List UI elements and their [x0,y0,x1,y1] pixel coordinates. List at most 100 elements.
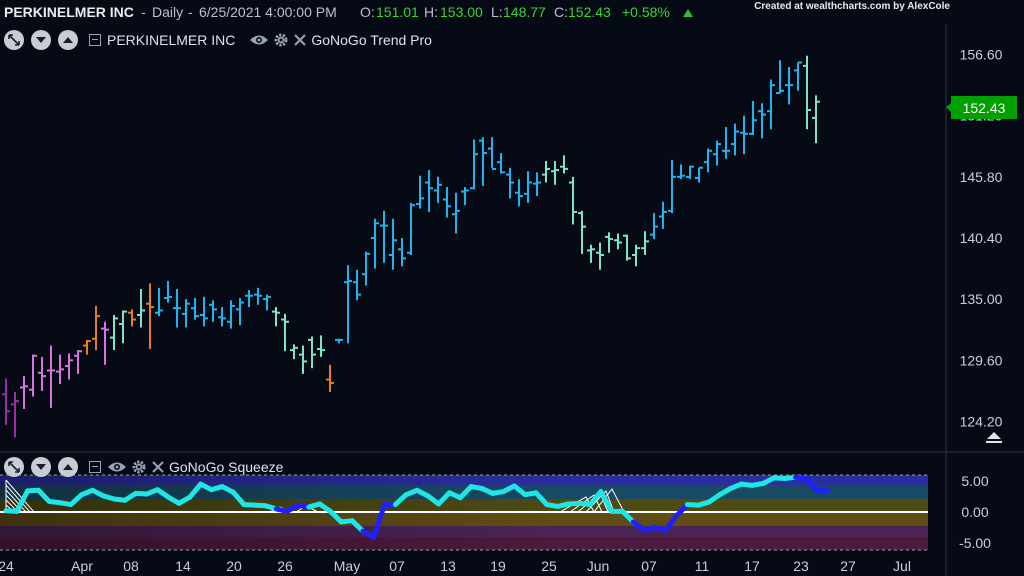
ohlc-bar [758,103,766,139]
ohlc-bar [452,192,460,234]
move-pane-down-button[interactable] [31,30,51,50]
close-icon[interactable] [293,33,307,47]
gear-icon[interactable] [131,459,147,475]
scale-up-icon[interactable] [987,432,1001,439]
move-pane-up-button[interactable] [58,457,78,477]
ohlc-bar [569,176,577,225]
ohlc-bar [443,187,451,218]
ohlc-bar [308,336,316,369]
ohlc-bar [632,244,640,267]
ohlc-bar [74,350,82,374]
chevron-down-icon [36,37,46,43]
ohlc-bar [785,67,793,105]
ohlc-bar [164,281,172,303]
expand-pane-button[interactable] [4,30,24,50]
ohlc-bar [686,165,694,180]
collapse-square-icon[interactable] [89,34,101,46]
x-tick-label: 14 [175,558,191,574]
ohlc-bar [11,391,19,438]
ohlc-bar [812,95,820,144]
ohlc-bar [209,300,217,322]
ohlc-bar [623,234,631,261]
expand-pane-button[interactable] [4,457,24,477]
ohlc-bar [587,244,595,263]
eye-icon[interactable] [107,460,127,474]
ohlc-bar [677,164,685,180]
expand-icon [8,461,20,473]
squeeze-tick-label: -5.00 [959,535,991,551]
ohlc-bar [740,115,748,155]
x-tick-label: Apr [71,558,93,574]
ohlc-bar [20,376,28,409]
ohlc-bar [101,321,109,365]
ohlc-bar [416,175,424,209]
ohlc-bar [704,148,712,173]
ohlc-bar [200,296,208,327]
ohlc-bar [146,283,154,349]
ohlc-bar [290,344,298,360]
ohlc-bar [605,232,613,253]
x-tick-label: 27 [840,558,856,574]
ohlc-bar [245,290,253,308]
ohlc-bar [776,60,784,95]
x-tick-label: 19 [490,558,506,574]
close-icon[interactable] [151,460,165,474]
ohlc-bar [506,167,514,199]
ohlc-bar [371,218,379,269]
x-tick-label: 24 [0,558,14,574]
last-price-pointer [946,103,951,112]
ohlc-bar [353,269,361,301]
ohlc-bar [281,313,289,352]
last-price-marker: 152.43 [946,96,1017,119]
ohlc-bar [317,335,325,357]
chart-canvas[interactable]: 156.60151.20145.80140.40135.00129.60124.… [0,0,1024,576]
gear-icon[interactable] [273,32,289,48]
chevron-down-icon [36,464,46,470]
ohlc-bar [263,294,271,311]
ohlc-bar [92,305,100,351]
ohlc-bar [335,338,343,344]
move-pane-down-button[interactable] [31,457,51,477]
squeeze-pane-toolbar: GoNoGo Squeeze [4,457,283,477]
ohlc-bar [641,231,649,255]
ohlc-bar [326,364,334,392]
x-tick-label: 23 [793,558,809,574]
squeeze-study-name[interactable]: GoNoGo Squeeze [169,459,283,475]
ohlc-bar [695,166,703,183]
axis-scale-handles[interactable] [986,432,1002,443]
ohlc-bar [533,172,541,197]
ohlc-bar [389,218,397,270]
scale-bar-icon [986,441,1002,443]
eye-icon[interactable] [249,33,269,47]
ohlc-bar [182,299,190,328]
ohlc-bar [659,201,667,229]
ohlc-bar [191,298,199,320]
ohlc-bar [470,139,478,190]
ohlc-bar [362,251,370,286]
squeeze-tick-label: 0.00 [961,504,988,520]
ohlc-bar [731,123,739,156]
collapse-square-icon[interactable] [89,461,101,473]
x-tick-label: 08 [123,558,139,574]
ohlc-bar [596,242,604,270]
ohlc-bar [407,202,415,255]
ohlc-bar [515,179,523,207]
ohlc-bar [47,345,55,408]
ohlc-bar [2,378,10,425]
squeeze-tick-label: 5.00 [961,473,988,489]
price-tick-label: 140.40 [960,230,1003,246]
ohlc-bar [155,287,163,317]
x-tick-label: Jun [587,558,610,574]
ohlc-bar [542,161,550,183]
trend-study-name[interactable]: GoNoGo Trend Pro [311,32,432,48]
ohlc-bar [461,187,469,206]
ohlc-bar [299,345,307,374]
price-pane-label: PERKINELMER INC [107,32,236,48]
ohlc-bar [803,55,811,130]
ohlc-bar [272,307,280,327]
ohlc-bar [614,233,622,250]
ohlc-bar [488,137,496,170]
ohlc-bar [65,353,73,380]
x-axis: 24 Apr 08 14 20 26 May 07 13 19 25 Jun 07 11 17 23 27 Jul [0,558,911,574]
move-pane-up-button[interactable] [58,30,78,50]
